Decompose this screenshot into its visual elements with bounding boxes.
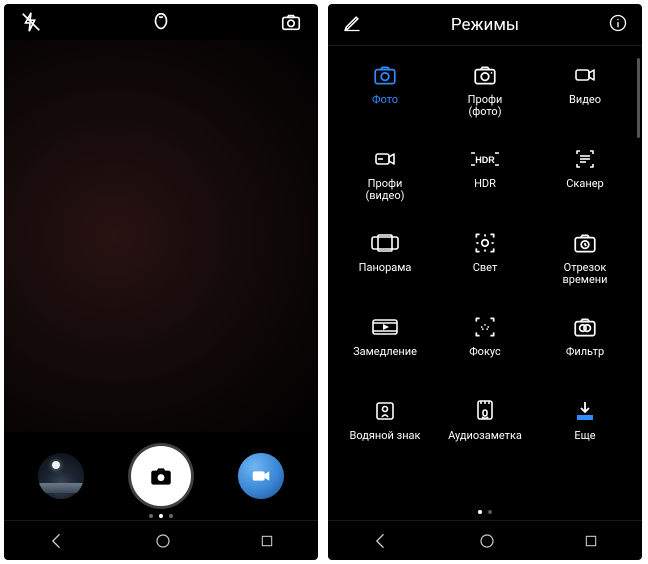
gallery-thumbnail[interactable] bbox=[38, 453, 84, 499]
mode-watermark[interactable]: Водяной знак bbox=[338, 396, 432, 462]
focus-icon bbox=[472, 312, 498, 342]
mode-label: Сканер bbox=[566, 178, 603, 190]
svg-text:HDR: HDR bbox=[475, 155, 495, 165]
pager-dots bbox=[4, 514, 318, 518]
pano-icon bbox=[370, 228, 400, 258]
mode-photo[interactable]: Фото bbox=[338, 60, 432, 126]
download-icon bbox=[572, 396, 598, 426]
camera-icon bbox=[370, 60, 400, 90]
mode-video[interactable]: Видео bbox=[538, 60, 632, 126]
mode-pro-video[interactable]: Профи (видео) bbox=[338, 144, 432, 210]
nav-back-icon[interactable] bbox=[47, 531, 67, 551]
nav-recent-icon[interactable] bbox=[583, 533, 599, 549]
modes-screen: Режимы Фото Профи (фото) Видео Профи (видео… bbox=[328, 4, 642, 560]
scrollbar[interactable] bbox=[637, 58, 640, 138]
mode-label: Профи (фото) bbox=[468, 94, 503, 118]
slomo-icon bbox=[370, 312, 400, 342]
shutter-button[interactable] bbox=[131, 446, 191, 506]
modes-grid: ФотоПрофи (фото)ВидеоПрофи (видео)HDRHDR… bbox=[338, 60, 632, 462]
edit-icon[interactable] bbox=[342, 13, 362, 37]
mode-label: Фото bbox=[372, 94, 398, 106]
mode-label: Водяной знак bbox=[350, 430, 421, 442]
mode-panorama[interactable]: Панорама bbox=[338, 228, 432, 294]
video-icon bbox=[570, 60, 600, 90]
mode-audionote[interactable]: Аудиозаметка bbox=[438, 396, 532, 462]
modes-body: ФотоПрофи (фото)ВидеоПрофи (видео)HDRHDR… bbox=[328, 46, 642, 504]
beauty-mode-icon[interactable] bbox=[150, 11, 172, 33]
light-icon bbox=[472, 228, 498, 258]
mode-label: Фильтр bbox=[566, 346, 604, 358]
mode-focus[interactable]: Фокус bbox=[438, 312, 532, 378]
audionote-icon bbox=[473, 396, 497, 426]
video-mode-button[interactable] bbox=[238, 453, 284, 499]
mode-timelapse[interactable]: Отрезок времени bbox=[538, 228, 632, 294]
viewfinder[interactable] bbox=[4, 40, 318, 432]
android-navbar bbox=[328, 520, 642, 560]
filter-icon bbox=[570, 312, 600, 342]
modes-pager bbox=[328, 504, 642, 520]
mode-scanner[interactable]: Сканер bbox=[538, 144, 632, 210]
nav-recent-icon[interactable] bbox=[259, 533, 275, 549]
nav-home-icon[interactable] bbox=[154, 532, 172, 550]
mode-label: Аудиозаметка bbox=[448, 430, 522, 442]
camera-clock-icon bbox=[570, 228, 600, 258]
mode-label: Панорама bbox=[359, 262, 412, 274]
mode-label: HDR bbox=[474, 178, 496, 190]
mode-slowmo[interactable]: Замедление bbox=[338, 312, 432, 378]
mode-hdr[interactable]: HDR HDR bbox=[438, 144, 532, 210]
scan-icon bbox=[571, 144, 599, 174]
mode-more[interactable]: Еще bbox=[538, 396, 632, 462]
mode-label: Отрезок времени bbox=[563, 262, 608, 286]
modes-title: Режимы bbox=[451, 15, 519, 35]
mode-filter[interactable]: Фильтр bbox=[538, 312, 632, 378]
hdr-icon: HDR bbox=[469, 144, 501, 174]
camera-pro-icon bbox=[470, 60, 500, 90]
mode-label: Фокус bbox=[469, 346, 501, 358]
camera-screen bbox=[4, 4, 318, 560]
info-icon[interactable] bbox=[608, 13, 628, 37]
mode-pro-photo[interactable]: Профи (фото) bbox=[438, 60, 532, 126]
mode-label: Видео bbox=[569, 94, 601, 106]
mode-label: Еще bbox=[574, 430, 595, 442]
camera-switch-icon[interactable] bbox=[280, 11, 302, 33]
nav-home-icon[interactable] bbox=[478, 532, 496, 550]
camera-top-toolbar bbox=[4, 4, 318, 40]
mode-label: Замедление bbox=[353, 346, 417, 358]
flash-off-icon[interactable] bbox=[20, 11, 42, 33]
nav-back-icon[interactable] bbox=[371, 531, 391, 551]
shutter-bar bbox=[4, 432, 318, 520]
modes-header: Режимы bbox=[328, 4, 642, 46]
mode-label: Профи (видео) bbox=[366, 178, 405, 202]
video-pro-icon bbox=[370, 144, 400, 174]
mode-light[interactable]: Свет bbox=[438, 228, 532, 294]
mode-label: Свет bbox=[473, 262, 498, 274]
watermark-icon bbox=[372, 396, 398, 426]
android-navbar bbox=[4, 520, 318, 560]
